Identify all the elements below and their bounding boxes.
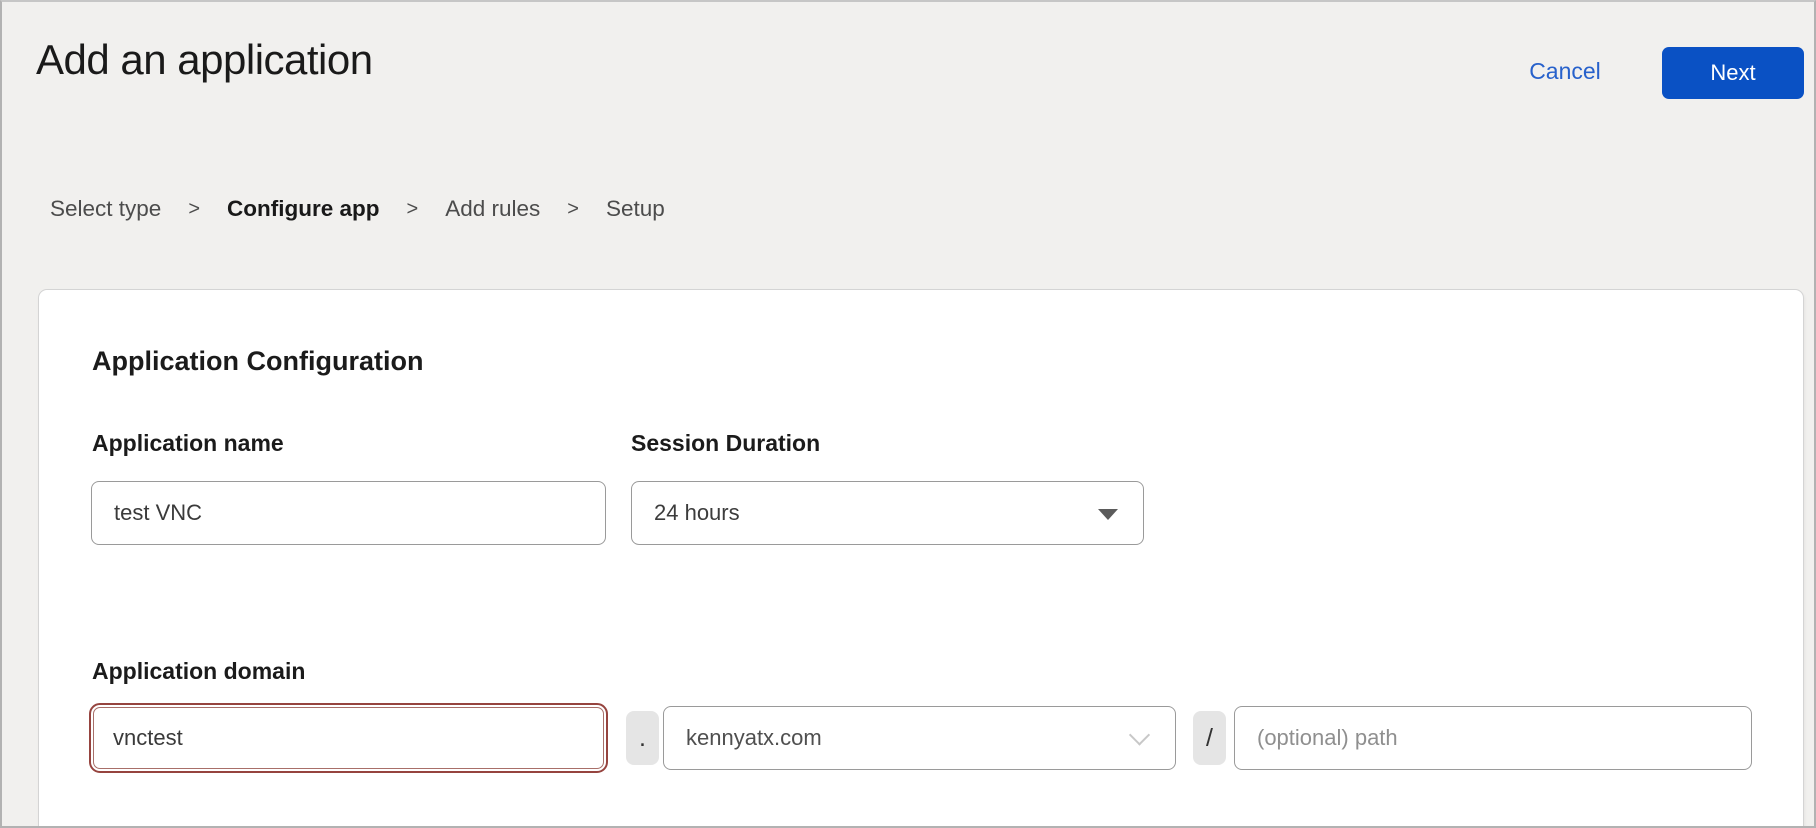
subdomain-input[interactable] — [93, 707, 604, 769]
breadcrumb: Select type > Configure app > Add rules … — [50, 196, 665, 222]
session-duration-select[interactable]: 24 hours — [631, 481, 1144, 545]
breadcrumb-separator: > — [188, 198, 200, 221]
dropdown-arrow-icon — [1098, 509, 1118, 520]
add-application-page: Add an application Cancel Next Select ty… — [0, 0, 1816, 828]
configuration-card: Application Configuration Application na… — [38, 289, 1804, 828]
application-domain-label: Application domain — [92, 658, 305, 685]
application-name-input[interactable] — [91, 481, 606, 545]
subdomain-field-ring — [89, 703, 608, 773]
next-button[interactable]: Next — [1662, 47, 1804, 99]
application-name-label: Application name — [92, 430, 284, 457]
slash-separator: / — [1193, 711, 1226, 765]
page-title: Add an application — [36, 36, 373, 84]
domain-value: kennyatx.com — [686, 725, 822, 751]
step-select-type[interactable]: Select type — [50, 196, 161, 222]
chevron-down-icon — [1129, 724, 1150, 745]
dot-separator: . — [626, 711, 659, 765]
session-duration-label: Session Duration — [631, 430, 820, 457]
section-title: Application Configuration — [92, 346, 423, 377]
cancel-button[interactable]: Cancel — [1510, 58, 1620, 85]
breadcrumb-separator: > — [407, 198, 419, 221]
path-input[interactable] — [1234, 706, 1752, 770]
step-setup[interactable]: Setup — [606, 196, 665, 222]
breadcrumb-separator: > — [567, 198, 579, 221]
session-duration-value: 24 hours — [654, 500, 740, 526]
step-configure-app[interactable]: Configure app — [227, 196, 380, 222]
step-add-rules[interactable]: Add rules — [445, 196, 540, 222]
domain-select[interactable]: kennyatx.com — [663, 706, 1176, 770]
